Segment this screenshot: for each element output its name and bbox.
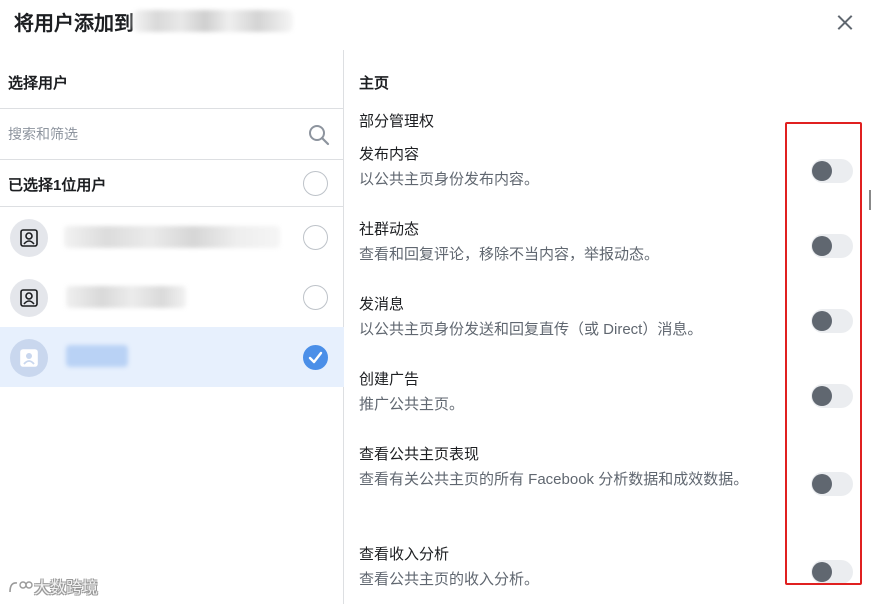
selected-count-row: 已选择1位用户 [0,160,344,207]
redacted-user-name [66,345,128,367]
permission-item: 发消息 以公共主页身份发送和回复直传（或 Direct）消息。 [359,294,789,342]
permission-title: 发布内容 [359,146,420,163]
watermark-text: 大数跨境 [34,580,99,597]
close-icon[interactable] [832,10,858,36]
permission-item: 社群动态 查看和回复评论，移除不当内容，举报动态。 [359,219,789,267]
selected-count-label: 已选择1位用户 [8,177,107,194]
permission-description: 推广公共主页。 [359,396,465,413]
permission-description: 查看有关公共主页的所有 Facebook 分析数据和成效数据。 [359,471,749,488]
user-radio[interactable] [303,285,328,310]
permission-item: 创建广告 推广公共主页。 [359,369,789,417]
search-input[interactable] [8,121,298,147]
checkmark-icon [308,351,323,364]
redacted-page-name [133,10,293,32]
user-avatar-icon [10,219,48,257]
redacted-user-name [66,286,186,308]
dialog-title: 将用户添加到 [14,13,134,35]
permission-item: 查看公共主页表现 查看有关公共主页的所有 Facebook 分析数据和成效数据。 [359,444,789,492]
redacted-user-name [64,226,280,248]
user-radio-checked[interactable] [303,345,328,370]
permission-description: 查看和回复评论，移除不当内容，举报动态。 [359,246,660,263]
user-selection-panel: 选择用户 已选择1位用户 [0,50,344,604]
select-user-heading: 选择用户 [8,75,69,92]
permission-item: 查看收入分析 查看公共主页的收入分析。 [359,544,789,592]
watermark: 大数跨境 [8,574,98,598]
permission-title: 查看收入分析 [359,546,450,563]
window-edge-marker [866,190,872,210]
permission-item: 发布内容 以公共主页身份发布内容。 [359,144,789,192]
user-avatar-icon [10,339,48,377]
user-list-item[interactable] [0,207,344,267]
permission-description: 以公共主页身份发布内容。 [359,171,540,188]
user-list-item[interactable] [0,267,344,327]
permission-description: 查看公共主页的收入分析。 [359,571,540,588]
permission-title: 发消息 [359,296,405,313]
permission-title: 查看公共主页表现 [359,446,480,463]
section-title: 主页 [359,75,390,92]
user-list-item[interactable] [0,327,344,387]
search-box [0,109,344,159]
highlight-annotation [785,122,862,585]
select-all-radio[interactable] [303,171,328,196]
user-avatar-icon [10,279,48,317]
search-icon[interactable] [308,124,330,146]
subsection-title: 部分管理权 [359,113,435,130]
user-radio[interactable] [303,225,328,250]
permission-description: 以公共主页身份发送和回复直传（或 Direct）消息。 [359,321,703,338]
add-user-dialog: 将用户添加到 选择用户 已选择1位用户 [0,0,872,604]
watermark-logo-icon [9,581,33,593]
permission-title: 社群动态 [359,221,420,238]
permission-title: 创建广告 [359,371,420,388]
dialog-header: 将用户添加到 [0,0,872,50]
